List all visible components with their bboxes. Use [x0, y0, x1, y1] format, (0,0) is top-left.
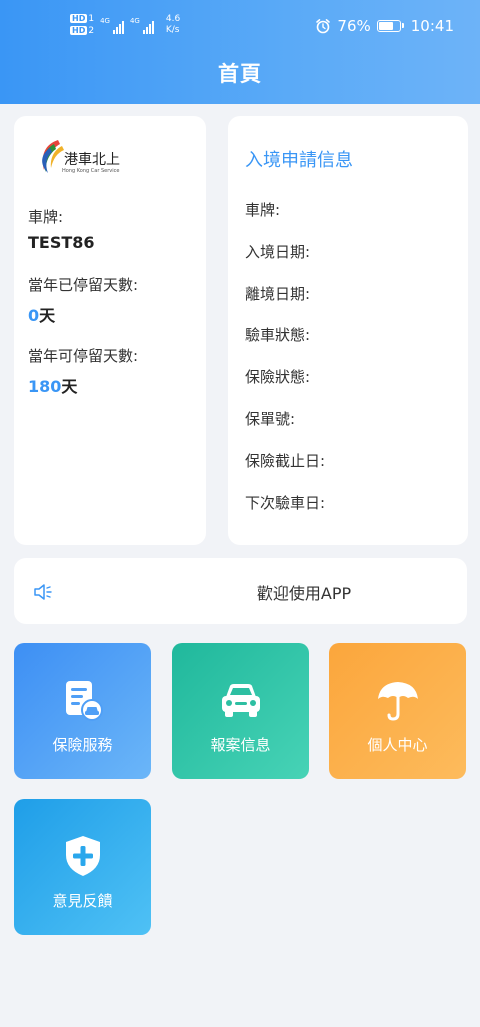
- umbrella-icon: [378, 682, 418, 721]
- stayed-days-number: 0: [28, 306, 40, 325]
- notice-text: 歡迎使用APP: [256, 584, 352, 603]
- tile-personal-center-label: 個人中心: [367, 736, 428, 754]
- shield-plus-icon: [66, 836, 100, 876]
- notice-bar[interactable]: 歡迎使用APP: [14, 558, 467, 624]
- tile-personal-center[interactable]: 個人中心: [329, 643, 466, 779]
- status-left: HD 1 HD 2 4G 4G 4.6 K/s: [70, 14, 180, 36]
- speed-unit: K/s: [165, 25, 180, 35]
- page-title: 首頁: [218, 62, 262, 86]
- status-bar: HD 1 HD 2 4G 4G 4.6 K/s 76% 10:41: [0, 0, 480, 52]
- insurance-doc-icon: [66, 681, 103, 721]
- speed-value: 4.6: [165, 14, 181, 24]
- battery-icon: [376, 20, 404, 32]
- tile-feedback[interactable]: 意見反饋: [14, 799, 151, 935]
- tile-insurance-service-label: 保險服務: [52, 736, 113, 754]
- entry-item-plate: 車牌:: [245, 201, 281, 219]
- entry-item-exit-date: 離境日期:: [245, 285, 311, 303]
- tile-incident-report[interactable]: 報案信息: [172, 643, 309, 779]
- hd-sub-1: 1: [88, 14, 95, 24]
- car-icon: [222, 684, 260, 717]
- tile-incident-report-label: 報案信息: [210, 736, 271, 754]
- entry-item-insurance-expiry: 保險截止日:: [245, 452, 326, 470]
- entry-item-entry-date: 入境日期:: [245, 243, 311, 261]
- tile-insurance-service[interactable]: 保險服務: [14, 643, 151, 779]
- entry-item-inspection-status: 驗車狀態:: [245, 326, 311, 344]
- entry-application-card: 入境申請信息 車牌: 入境日期: 離境日期: 驗車狀態: 保險狀態: 保單號: …: [228, 116, 468, 545]
- stayed-days-label: 當年已停留天數:: [28, 276, 139, 294]
- entry-item-policy-number: 保單號:: [245, 410, 296, 428]
- vehicle-info-card: 港車北上 Hong Kong Car Service 車牌: TEST86 當年…: [14, 116, 206, 545]
- app-header: HD 1 HD 2 4G 4G 4.6 K/s 76% 10:41 首頁: [0, 0, 480, 104]
- plate-value: TEST86: [28, 233, 95, 252]
- hd-indicators: HD 1 HD 2: [70, 14, 94, 36]
- entry-item-insurance-status: 保險狀態:: [245, 368, 311, 386]
- remain-days-number: 180: [28, 377, 62, 396]
- remain-days-label: 當年可停留天數:: [28, 347, 139, 365]
- brand-logo: 港車北上 Hong Kong Car Service: [36, 136, 146, 176]
- battery-percent: 76%: [337, 17, 371, 35]
- alarm-icon: [316, 19, 331, 34]
- status-right: 76% 10:41: [315, 17, 454, 35]
- net-label-1: 4G: [100, 17, 110, 25]
- entry-card-title: 入境申請信息: [245, 150, 353, 171]
- stayed-days-unit: 天: [39, 306, 56, 325]
- net-label-2: 4G: [129, 17, 140, 25]
- signal-1-icon: 4G: [100, 16, 124, 34]
- entry-item-next-inspection: 下次驗車日:: [245, 494, 326, 512]
- hd-badge-2: HD: [70, 26, 88, 35]
- logo-text: 港車北上: [64, 152, 120, 168]
- stayed-days-value: 0天: [28, 302, 55, 326]
- hd-sub-2: 2: [88, 26, 95, 36]
- clock: 10:41: [410, 17, 454, 35]
- remain-days-value: 180天: [28, 373, 77, 397]
- hd-badge-1: HD: [70, 14, 88, 23]
- battery-fill: [378, 22, 394, 30]
- tile-feedback-label: 意見反饋: [52, 892, 113, 910]
- remain-days-unit: 天: [61, 377, 78, 396]
- signal-2-icon: 4G: [130, 16, 154, 34]
- network-speed: 4.6 K/s: [166, 14, 180, 36]
- logo-subtext: Hong Kong Car Service: [62, 168, 120, 174]
- plate-label: 車牌:: [28, 208, 64, 226]
